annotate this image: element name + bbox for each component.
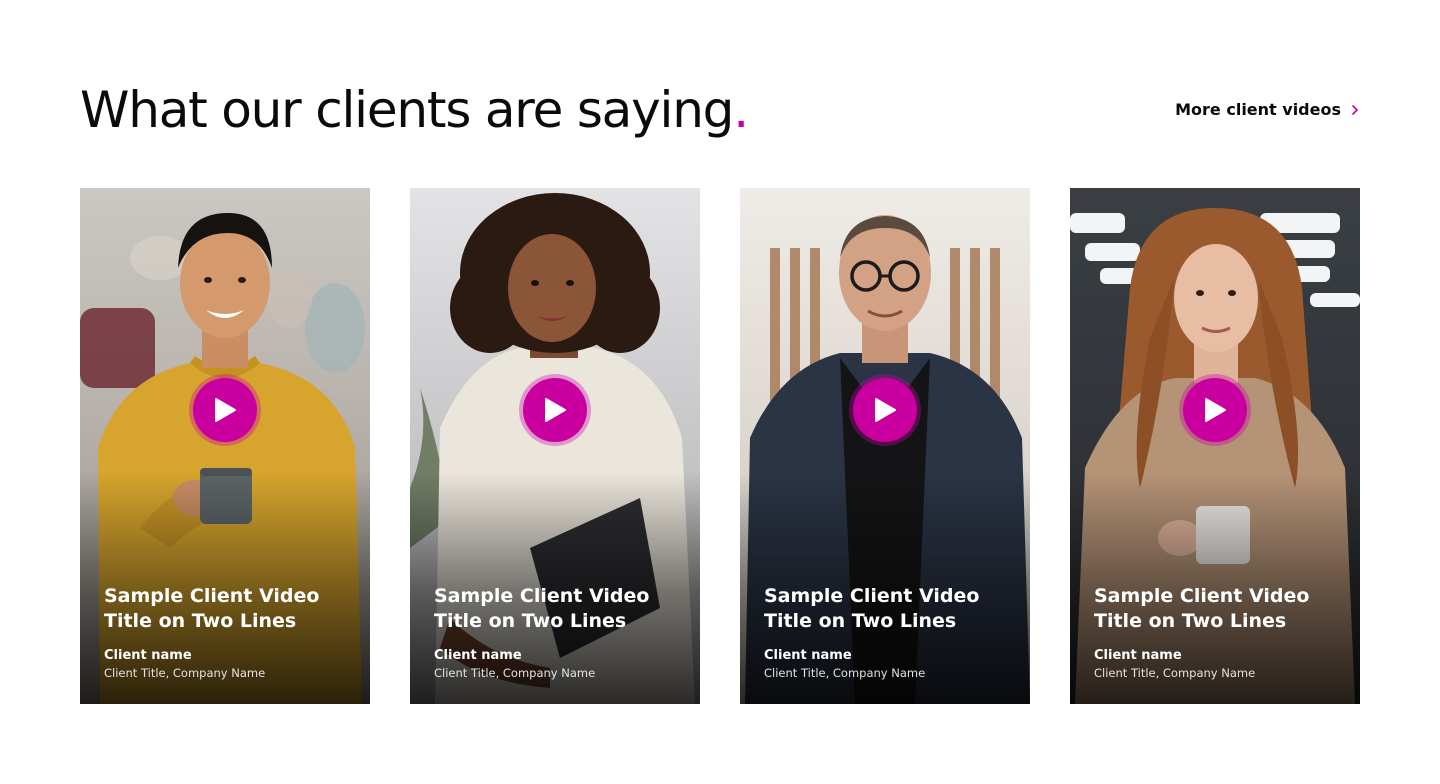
video-title-line-1: Sample Client Video <box>434 585 650 607</box>
video-title-line-2: Title on Two Lines <box>764 610 957 632</box>
section-title: What our clients are saying. <box>80 78 749 142</box>
video-title: Sample Client Video Title on Two Lines <box>104 584 354 634</box>
client-title-company: Client Title, Company Name <box>104 666 266 680</box>
video-title-line-2: Title on Two Lines <box>104 610 297 632</box>
play-icon <box>545 398 566 422</box>
play-icon <box>875 398 896 422</box>
video-title-line-1: Sample Client Video <box>764 585 980 607</box>
video-card-3[interactable]: Sample Client Video Title on Two Lines C… <box>740 188 1030 704</box>
play-button[interactable] <box>1179 374 1251 446</box>
client-name: Client name <box>434 648 522 663</box>
client-title-company: Client Title, Company Name <box>434 666 596 680</box>
play-button-inner <box>523 378 587 442</box>
play-icon <box>215 398 236 422</box>
client-name: Client name <box>1094 648 1182 663</box>
play-button-inner <box>853 378 917 442</box>
play-button[interactable] <box>189 374 261 446</box>
title-accent-dot: . <box>733 81 749 139</box>
client-title-company: Client Title, Company Name <box>1094 666 1256 680</box>
video-card-2[interactable]: Sample Client Video Title on Two Lines C… <box>410 188 700 704</box>
testimonials-section: What our clients are saying. More client… <box>0 0 1440 784</box>
section-title-text: What our clients are saying <box>80 81 734 139</box>
video-title: Sample Client Video Title on Two Lines <box>1094 584 1344 634</box>
play-button-inner <box>193 378 257 442</box>
section-header: What our clients are saying. More client… <box>80 78 1360 148</box>
more-client-videos-label: More client videos <box>1175 100 1341 119</box>
video-title-line-1: Sample Client Video <box>1094 585 1310 607</box>
video-card-1[interactable]: Sample Client Video Title on Two Lines C… <box>80 188 370 704</box>
play-button[interactable] <box>849 374 921 446</box>
video-title-line-1: Sample Client Video <box>104 585 320 607</box>
video-title-line-2: Title on Two Lines <box>1094 610 1287 632</box>
more-client-videos-link[interactable]: More client videos <box>1175 100 1358 119</box>
client-name: Client name <box>764 648 852 663</box>
video-title-line-2: Title on Two Lines <box>434 610 627 632</box>
play-icon <box>1205 398 1226 422</box>
client-title-company: Client Title, Company Name <box>764 666 926 680</box>
video-card-4[interactable]: Sample Client Video Title on Two Lines C… <box>1070 188 1360 704</box>
video-title: Sample Client Video Title on Two Lines <box>434 584 684 634</box>
play-button[interactable] <box>519 374 591 446</box>
video-title: Sample Client Video Title on Two Lines <box>764 584 1014 634</box>
play-button-inner <box>1183 378 1247 442</box>
chevron-right-icon <box>1352 104 1358 115</box>
client-name: Client name <box>104 648 192 663</box>
video-card-grid: Sample Client Video Title on Two Lines C… <box>80 188 1360 704</box>
